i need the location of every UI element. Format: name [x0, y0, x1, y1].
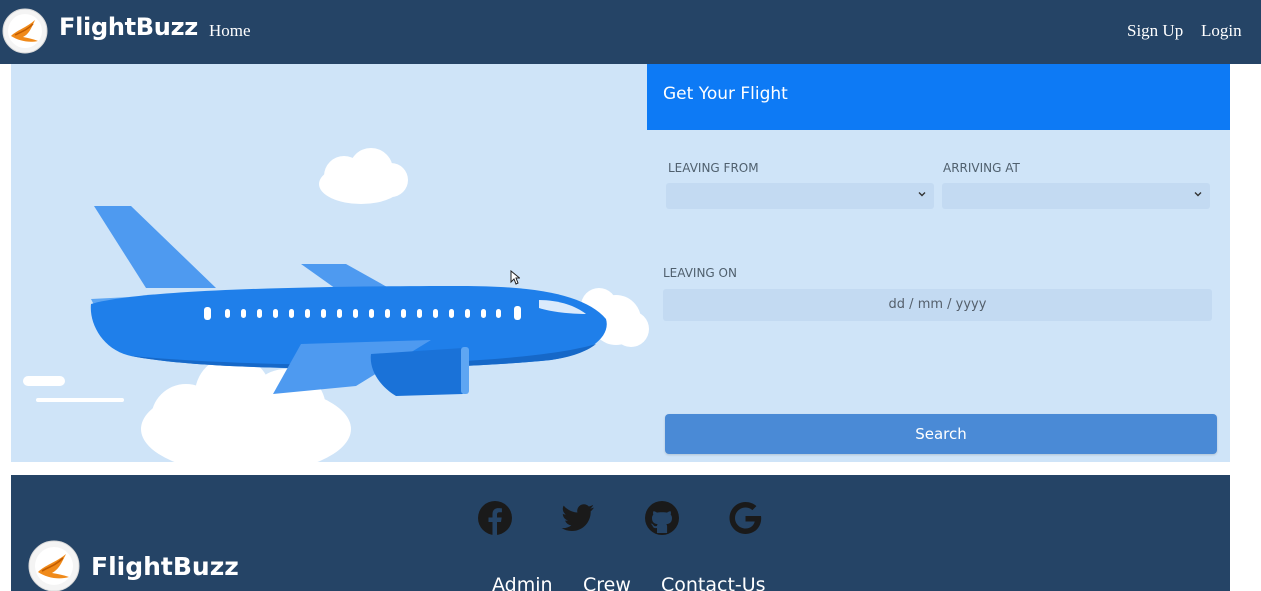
nav-signup-link[interactable]: Sign Up	[1127, 21, 1183, 41]
leaving-on-date-input[interactable]: dd / mm / yyyy	[663, 289, 1212, 321]
leaving-on-label: LEAVING ON	[663, 266, 737, 280]
google-icon[interactable]	[727, 500, 763, 536]
brand-name[interactable]: FlightBuzz	[59, 13, 198, 41]
footer-link-crew[interactable]: Crew	[583, 574, 631, 591]
search-button[interactable]: Search	[665, 414, 1217, 454]
chevron-down-icon	[918, 192, 926, 197]
form-header: Get Your Flight	[647, 64, 1230, 130]
airplane-illustration	[23, 148, 649, 462]
footer: FlightBuzz Admin Crew Contact-Us	[11, 475, 1230, 591]
arriving-at-label: ARRIVING AT	[943, 161, 1020, 175]
facebook-icon[interactable]	[477, 500, 513, 536]
arriving-at-select[interactable]	[942, 183, 1210, 209]
twitter-icon[interactable]	[560, 500, 596, 536]
mouse-cursor-icon	[510, 270, 520, 285]
nav-home-link[interactable]: Home	[209, 21, 251, 41]
bird-logo-icon[interactable]	[2, 8, 48, 54]
top-navbar: FlightBuzz Home Sign Up Login	[0, 0, 1261, 64]
footer-link-contact[interactable]: Contact-Us	[661, 574, 766, 591]
nav-login-link[interactable]: Login	[1201, 21, 1242, 41]
form-title: Get Your Flight	[663, 84, 788, 104]
leaving-from-label: LEAVING FROM	[668, 161, 759, 175]
github-icon[interactable]	[644, 500, 680, 536]
leaving-from-select[interactable]	[666, 183, 934, 209]
footer-brand-name[interactable]: FlightBuzz	[91, 552, 239, 581]
bird-logo-icon[interactable]	[28, 540, 80, 591]
chevron-down-icon	[1194, 192, 1202, 197]
footer-link-admin[interactable]: Admin	[492, 574, 553, 591]
